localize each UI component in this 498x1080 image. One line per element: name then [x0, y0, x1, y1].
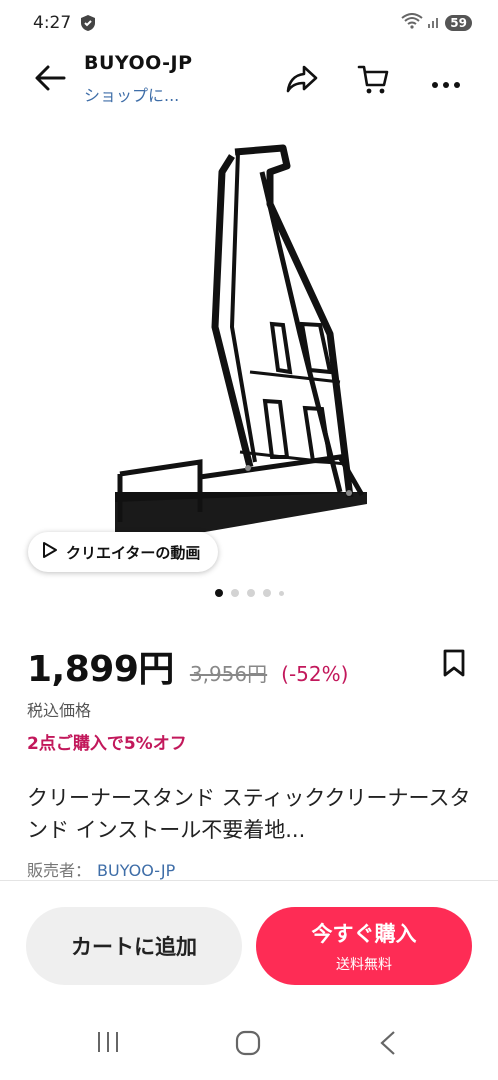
status-time: 4:27: [33, 13, 72, 33]
battery-indicator: 59: [445, 15, 472, 31]
creator-video-label: クリエイターの動画: [66, 543, 201, 562]
seller-row: 販売者： BUYOO-JP: [27, 857, 175, 881]
current-price: 1,899円: [27, 649, 174, 690]
shop-link[interactable]: ショップに...: [84, 82, 179, 106]
top-header: BUYOO-JP ショップに...: [0, 48, 498, 112]
signal-icon: [427, 14, 441, 33]
gallery-pagination: [0, 589, 498, 597]
system-nav-bar: [0, 1010, 498, 1080]
recent-apps-icon[interactable]: [95, 1030, 121, 1058]
pagination-dot: [214, 589, 223, 597]
add-to-cart-button[interactable]: カートに追加: [26, 907, 242, 985]
play-icon: [42, 541, 58, 563]
buy-now-label: 今すぐ購入: [311, 922, 417, 946]
shop-name[interactable]: BUYOO-JP: [84, 52, 193, 74]
home-icon[interactable]: [235, 1030, 261, 1060]
cart-icon[interactable]: [357, 64, 391, 100]
product-gallery[interactable]: クリエイターの動画: [0, 112, 498, 617]
seller-label: 販売者：: [27, 861, 92, 880]
promo-text[interactable]: 2点ご購入で5%オフ: [27, 729, 187, 754]
pagination-dot: [262, 589, 271, 597]
divider: [0, 880, 498, 881]
price-row: 1,899円 3,956円 (-52%): [27, 640, 348, 692]
original-price: 3,956円: [189, 662, 268, 686]
tax-note: 税込価格: [27, 701, 92, 720]
pagination-dot: [278, 590, 284, 596]
seller-name[interactable]: BUYOO-JP: [97, 861, 175, 880]
share-icon[interactable]: [286, 64, 318, 98]
status-bar: 4:27 59: [0, 0, 498, 48]
discount-badge: (-52%): [281, 662, 349, 686]
product-image: [115, 144, 367, 532]
creator-video-button[interactable]: クリエイターの動画: [28, 532, 219, 572]
back-arrow-icon[interactable]: [34, 64, 66, 96]
more-icon[interactable]: [431, 74, 461, 93]
pagination-dot: [246, 589, 255, 597]
pagination-dot: [230, 589, 239, 597]
buy-now-button[interactable]: 今すぐ購入 送料無料: [256, 907, 472, 985]
free-shipping-label: 送料無料: [336, 957, 392, 973]
bookmark-icon[interactable]: [442, 648, 466, 682]
wifi-icon: [401, 13, 423, 33]
status-right: 59: [401, 13, 472, 33]
product-title[interactable]: クリーナースタンド スティッククリーナースタンド インストール不要着地...: [27, 782, 472, 846]
nav-back-icon[interactable]: [378, 1030, 398, 1060]
shield-icon: [80, 14, 96, 36]
